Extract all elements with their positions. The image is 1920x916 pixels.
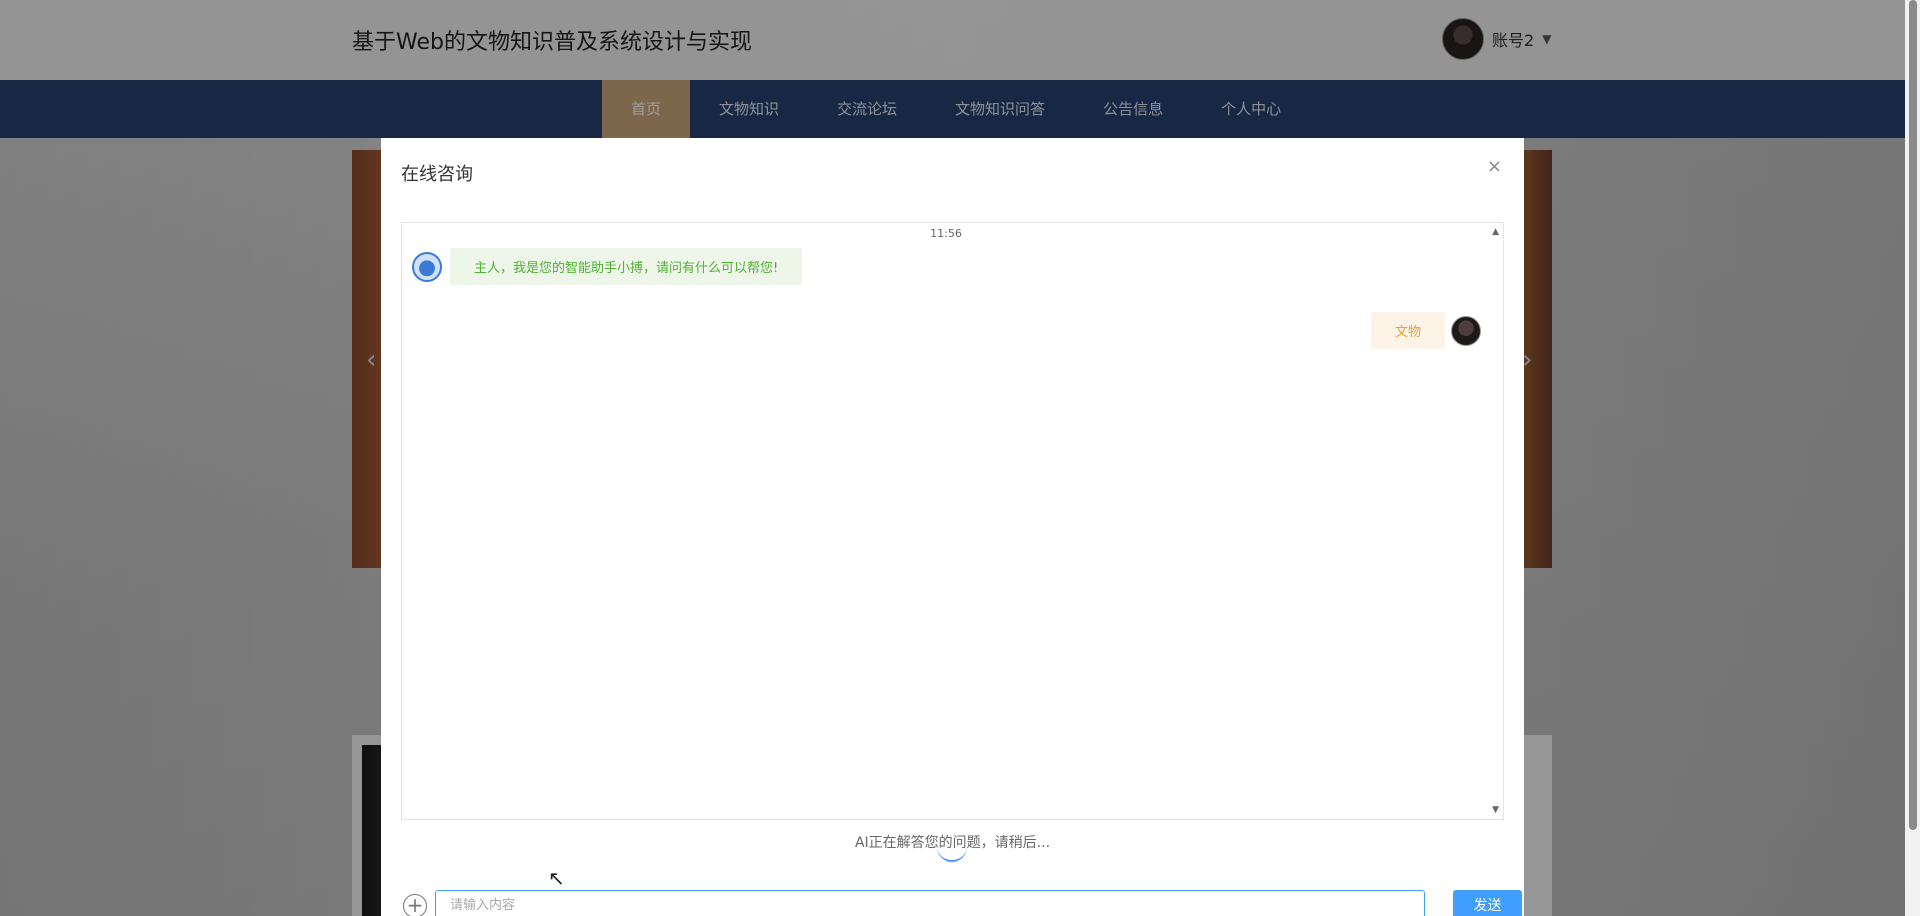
user-message-text: 文物 [1370,312,1445,349]
dialog-title: 在线咨询 [401,164,473,185]
page-scrollbar-thumb[interactable] [1909,0,1917,830]
close-icon[interactable]: × [1487,156,1502,177]
chat-dialog: 在线咨询 × 11:56 ▲ ▼ 主人，我是您的智能助手小搏，请问有什么可以帮您… [381,138,1524,916]
user-message: 文物 [1370,312,1481,349]
robot-icon [412,251,442,282]
loading-spinner-icon [937,846,967,862]
scroll-up-icon[interactable]: ▲ [1492,227,1499,237]
chat-timestamp: 11:56 [930,227,962,240]
add-circle-icon[interactable]: + [403,894,427,916]
user-avatar [1451,315,1481,346]
bot-message: 主人，我是您的智能助手小搏，请问有什么可以帮您! [412,248,803,285]
chat-input-row: + 发送 [401,890,1522,916]
mouse-pointer-icon: ↖ [548,866,565,890]
chat-input[interactable] [435,890,1425,916]
scroll-down-icon[interactable]: ▼ [1492,805,1499,815]
send-button[interactable]: 发送 [1453,890,1522,916]
chat-message-area[interactable]: 11:56 ▲ ▼ 主人，我是您的智能助手小搏，请问有什么可以帮您! 文物 [401,222,1504,820]
bot-message-text: 主人，我是您的智能助手小搏，请问有什么可以帮您! [450,248,803,285]
